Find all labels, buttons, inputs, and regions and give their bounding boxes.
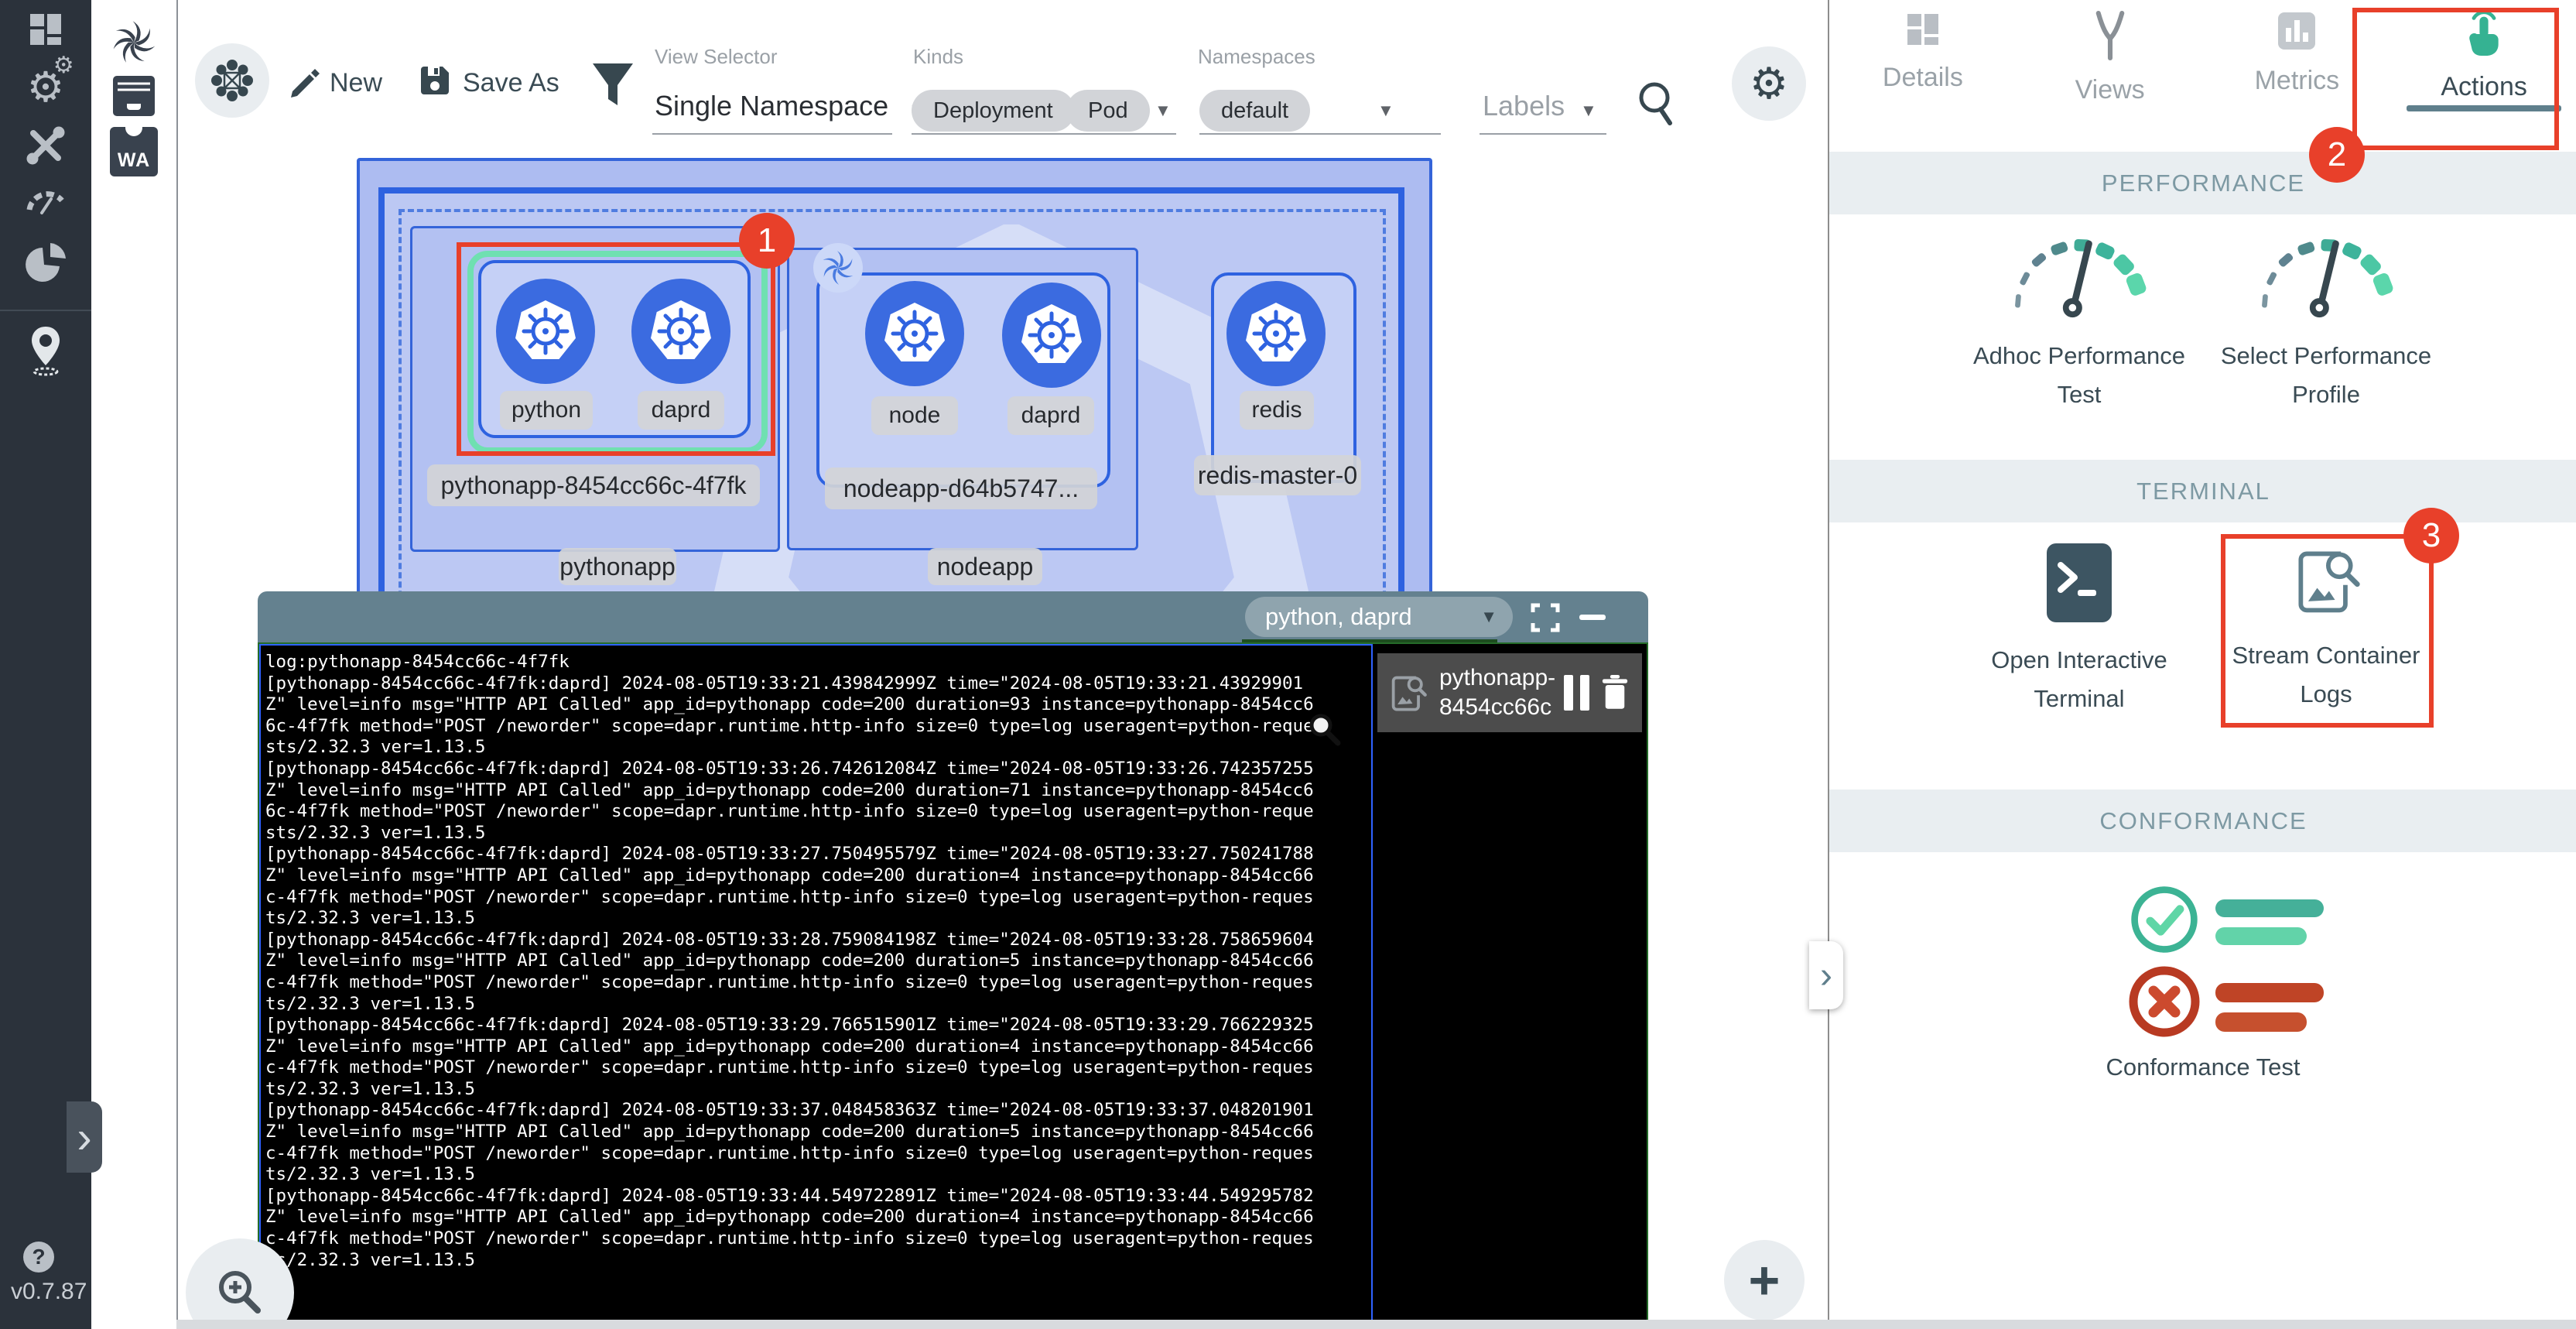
pause-icon[interactable] [1564, 675, 1589, 711]
app-rail: WA › [91, 0, 178, 1329]
view-selector-label: View Selector [655, 45, 778, 69]
terminal-header[interactable]: python, daprd ▼ [258, 591, 1648, 642]
labels-dropdown-caret[interactable]: ▼ [1580, 101, 1597, 121]
action-conformance-test[interactable]: Conformance Test [2079, 882, 2327, 1087]
tools-icon[interactable] [0, 122, 91, 169]
trash-icon[interactable] [1597, 673, 1633, 713]
tab-views[interactable]: Views [2017, 0, 2204, 124]
container-label: daprd [1007, 396, 1094, 435]
section-header-performance: PERFORMANCE [1829, 152, 2576, 214]
kinds-dropdown-caret[interactable]: ▼ [1155, 101, 1172, 121]
stream-controls [1564, 673, 1633, 713]
deployment-name-label: nodeapp [928, 548, 1042, 585]
log-stream-item[interactable]: pythonapp- 8454cc66c [1377, 653, 1642, 732]
conformance-icon [2079, 882, 2327, 1037]
annotation-rect-2 [2352, 8, 2559, 150]
annotation-rect-3 [2221, 534, 2434, 728]
help-icon[interactable]: ? [23, 1242, 54, 1272]
new-button[interactable]: New [330, 68, 382, 98]
container-node-icon[interactable] [865, 281, 964, 386]
namespaces-label: Namespaces [1198, 45, 1315, 69]
sidebar-divider [0, 310, 91, 311]
annotation-badge-2: 2 [2309, 127, 2365, 183]
stream-pod-name: pythonapp- 8454cc66c [1439, 663, 1555, 722]
pod-name-label: redis-master-0 [1194, 455, 1361, 495]
labels-underline [1480, 133, 1606, 135]
minimize-icon[interactable] [1579, 615, 1606, 620]
gauge-icon [2202, 223, 2450, 320]
check-circle-icon [2127, 882, 2201, 957]
section-header-conformance: CONFORMANCE [1829, 790, 2576, 852]
add-button[interactable]: + [1724, 1240, 1805, 1320]
action-open-interactive-terminal[interactable]: Open Interactive Terminal [1955, 542, 2203, 718]
kinds-label: Kinds [913, 45, 963, 69]
kinds-underline [912, 133, 1176, 135]
deployment-name-label: pythonapp [559, 548, 676, 585]
horizontal-scrollbar[interactable] [176, 1320, 2576, 1329]
pie-mesh-icon[interactable] [0, 238, 91, 288]
save-icon [418, 63, 452, 101]
stream-logs-icon [1387, 671, 1428, 714]
view-selector-dropdown[interactable]: Single Namespace▼ [655, 90, 925, 122]
chevron-down-icon: ▼ [1480, 607, 1497, 627]
save-as-button[interactable]: Save As [463, 68, 559, 98]
details-grid-icon [1904, 11, 1941, 52]
annotation-rect-1 [457, 242, 775, 456]
namespaces-dropdown-caret[interactable]: ▼ [1377, 101, 1394, 121]
container-label: node [871, 396, 958, 435]
x-circle-icon [2126, 963, 2203, 1040]
view-selector-underline [652, 133, 892, 135]
webassembly-icon[interactable]: WA [91, 127, 176, 176]
container-daprd-icon[interactable] [1002, 283, 1101, 388]
pod-name-label: pythonapp-8454cc66c-4f7fk [427, 464, 760, 506]
kind-chip-deployment[interactable]: Deployment [912, 90, 1075, 132]
action-select-performance-profile[interactable]: Select Performance Profile [2202, 223, 2450, 414]
terminal-container-select-value: python, daprd [1265, 603, 1412, 631]
namespaces-underline [1199, 133, 1441, 135]
log-streams-pane: pythonapp- 8454cc66c [1373, 644, 1647, 1326]
gear-icon: ⚙ [1750, 58, 1788, 109]
log-pane[interactable]: log:pythonapp-8454cc66c-4f7fk[pythonapp-… [259, 644, 1373, 1329]
fullscreen-icon[interactable] [1531, 603, 1560, 632]
tab-details[interactable]: Details [1829, 0, 2017, 124]
annotation-badge-1: 1 [739, 213, 795, 269]
terminal-prompt-icon [1955, 542, 2203, 624]
log-text: log:pythonapp-8454cc66c-4f7fk[pythonapp-… [261, 646, 1371, 1271]
dashboard-icon[interactable] [0, 8, 91, 51]
settings-gear-button[interactable]: ⚙ [1732, 46, 1806, 121]
app-root: ⚙⚙ › [0, 0, 2576, 1329]
labels-filter-input[interactable]: Labels [1483, 90, 1565, 122]
pencil-icon [288, 65, 322, 103]
terminal-container-select[interactable]: python, daprd ▼ [1245, 597, 1513, 637]
location-pin-icon[interactable] [0, 324, 91, 378]
panel-collapse-chevron[interactable]: › [1809, 941, 1843, 1009]
gauge-icon [1955, 223, 2203, 320]
filter-funnel-icon[interactable] [590, 60, 636, 118]
views-branch-icon [2089, 11, 2132, 64]
pod-name-label: nodeapp-d64b5747... [825, 468, 1097, 509]
dapr-spinner-logo-icon[interactable] [91, 17, 176, 68]
log-search-cursor-icon [1305, 711, 1343, 748]
layout-snowflake-button[interactable] [195, 43, 269, 118]
namespace-chip-default[interactable]: default [1199, 90, 1310, 132]
version-label: v0.7.87 [11, 1279, 87, 1305]
action-adhoc-performance-test[interactable]: Adhoc Performance Test [1955, 223, 2203, 414]
terminal-body: log:pythonapp-8454cc66c-4f7fk[pythonapp-… [258, 642, 1648, 1329]
search-icon[interactable] [1634, 79, 1679, 131]
right-panel: Details Views Metrics [1828, 0, 2576, 1329]
section-header-terminal: TERMINAL [1829, 460, 2576, 522]
terminal-window: python, daprd ▼ log:pythonapp-8454cc66c-… [258, 591, 1648, 1329]
archive-inbox-icon[interactable] [91, 74, 176, 118]
speedometer-icon[interactable] [0, 180, 91, 221]
container-redis-icon[interactable] [1226, 281, 1326, 386]
kind-chip-pod[interactable]: Pod [1066, 90, 1150, 132]
container-label: redis [1240, 391, 1314, 430]
plus-icon: + [1749, 1249, 1781, 1311]
dapr-sidecar-badge-icon [813, 243, 863, 293]
metrics-bars-icon [2277, 11, 2317, 55]
gears-icon[interactable]: ⚙⚙ [0, 62, 91, 111]
left-sidebar: ⚙⚙ › [0, 0, 91, 1329]
annotation-badge-3: 3 [2403, 508, 2459, 563]
sidebar-expand-chevron[interactable]: › [67, 1101, 102, 1173]
